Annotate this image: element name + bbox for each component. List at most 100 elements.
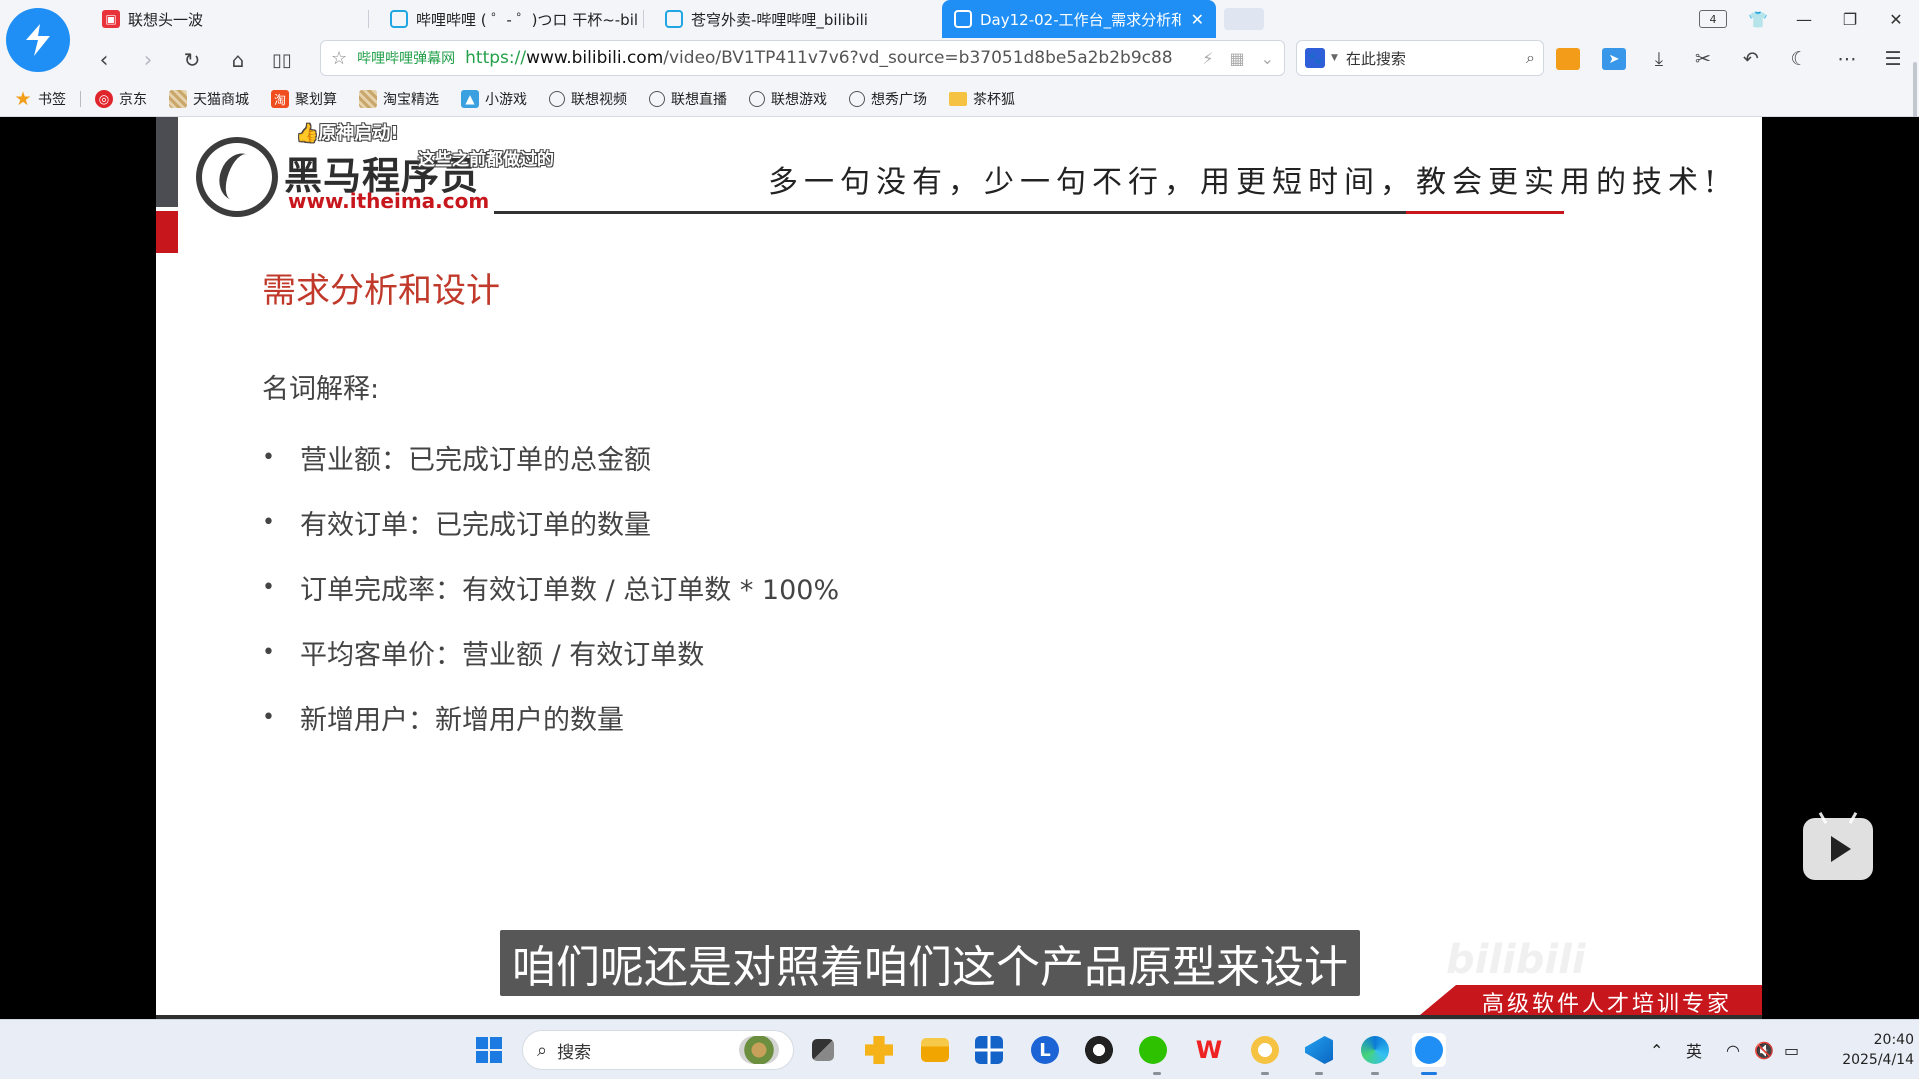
baidu-netdisk-icon[interactable] xyxy=(1248,1033,1282,1067)
bookmark-item-mini-game[interactable]: ▲ 小游戏 xyxy=(461,89,527,109)
footer-text: 高级软件人才培训专家 xyxy=(1482,992,1733,1015)
danmaku-comment: 这些之前都做过的 xyxy=(418,150,554,170)
bookmark-label: 联想游戏 xyxy=(771,92,827,108)
itheima-logo-icon xyxy=(196,137,278,217)
search-engine-dropdown-icon[interactable]: ▼ xyxy=(1331,53,1338,63)
lenovo-app-icon[interactable]: L xyxy=(1028,1033,1062,1067)
download-icon[interactable]: ⤓ xyxy=(1646,46,1672,72)
night-mode-icon[interactable]: ☾ xyxy=(1786,46,1812,72)
baidu-paw-icon[interactable]: 🐾 xyxy=(1305,48,1325,68)
file-explorer-icon[interactable] xyxy=(918,1033,952,1067)
system-clock[interactable]: 20:40 2025/4/14 xyxy=(1818,1030,1914,1070)
bookmark-item-xiangxiu[interactable]: 想秀广场 xyxy=(849,89,927,109)
tab-label: Day12-02-工作台_需求分析和i xyxy=(980,10,1181,29)
clock-date: 2025/4/14 xyxy=(1842,1052,1914,1068)
lenovo-browser-taskbar-icon[interactable] xyxy=(1412,1033,1446,1067)
wifi-icon[interactable]: ◠ xyxy=(1726,1020,1740,1079)
edge-icon[interactable] xyxy=(1358,1033,1392,1067)
tab-divider xyxy=(368,10,369,28)
scissors-icon[interactable]: ✂ xyxy=(1690,46,1716,72)
tab-cangqiong[interactable]: 苍穹外卖-哔哩哔哩_bilibili xyxy=(653,0,913,38)
close-tab-icon[interactable]: ✕ xyxy=(1191,10,1204,29)
list-item: • 新增用户：新增用户的数量 xyxy=(262,685,839,750)
menu-icon[interactable]: ☰ xyxy=(1880,46,1906,72)
running-indicator xyxy=(1371,1072,1379,1075)
browser-chrome: ▣ 联想头一波 哔哩哔哩 ( ゜- ゜)つロ 干杯~-bilib 苍穹外卖-哔哩… xyxy=(0,0,1919,124)
globe-icon xyxy=(849,91,865,107)
wps-icon[interactable]: W xyxy=(1192,1033,1226,1067)
jd-icon: ◎ xyxy=(95,90,113,108)
windows-taskbar: ⌕ 搜索 L W ⌃ 英 ◠ 🔇 ▭ 20:40 2025/4/14 xyxy=(0,1019,1919,1079)
reload-icon[interactable]: ↻ xyxy=(178,46,206,74)
chevron-down-icon[interactable]: ⌄ xyxy=(1261,49,1274,68)
wechat-icon[interactable] xyxy=(1136,1033,1170,1067)
danmaku-comment: 👍原神启动! xyxy=(296,123,399,144)
bookmark-item-lenovo-game[interactable]: 联想游戏 xyxy=(749,89,827,109)
close-window-icon[interactable]: ✕ xyxy=(1873,0,1919,38)
undo-icon[interactable]: ↶ xyxy=(1738,46,1764,72)
search-input[interactable]: 在此搜索 xyxy=(1346,48,1406,69)
clock-time: 20:40 xyxy=(1873,1032,1914,1048)
tab-bilibili-home[interactable]: 哔哩哔哩 ( ゜- ゜)つロ 干杯~-bilib xyxy=(378,0,638,38)
search-icon: ⌕ xyxy=(537,1039,548,1061)
bookmark-item-jd[interactable]: ◎ 京东 xyxy=(95,89,147,109)
more-icon[interactable]: ⋯ xyxy=(1834,46,1860,72)
bookmark-label: 联想视频 xyxy=(571,92,627,108)
video-subtitle: 咱们呢还是对照着咱们这个产品原型来设计 xyxy=(500,930,1360,996)
shirt-skin-icon[interactable]: 👕 xyxy=(1735,0,1781,38)
back-icon[interactable]: ‹ xyxy=(90,46,118,74)
vscode-icon[interactable] xyxy=(1302,1033,1336,1067)
taskbar-search-label: 搜索 xyxy=(557,1042,592,1063)
widgets-icon[interactable] xyxy=(862,1033,896,1067)
list-item: • 订单完成率：有效订单数 / 总订单数 * 100% xyxy=(262,555,839,620)
url-host: www.bilibili.com xyxy=(526,48,664,68)
forward-icon[interactable]: › xyxy=(134,46,162,74)
qr-code-icon[interactable]: ▦ xyxy=(1229,49,1244,68)
tab-lenovo-news[interactable]: ▣ 联想头一波 xyxy=(90,0,330,38)
penguin-app-icon[interactable] xyxy=(1082,1033,1116,1067)
new-tab-button[interactable] xyxy=(1224,8,1264,30)
send-icon[interactable]: ➤ xyxy=(1602,48,1626,70)
bookmark-item-juhuasuan[interactable]: 淘 聚划算 xyxy=(271,89,337,109)
bookmark-item-bookmarks[interactable]: ★ 书签 xyxy=(14,88,66,110)
battery-icon[interactable]: ▭ xyxy=(1784,1020,1799,1079)
start-button[interactable] xyxy=(472,1033,506,1067)
bookmark-item-taobao[interactable]: 淘宝精选 xyxy=(359,89,439,109)
bookmark-star-icon[interactable]: ☆ xyxy=(331,48,347,69)
address-bar[interactable]: ☆ 哔哩哔哩弹幕网 https:// www.bilibili.com /vid… xyxy=(320,40,1285,76)
minimize-icon[interactable]: — xyxy=(1781,0,1827,38)
bookmark-item-tmall[interactable]: 天猫商城 xyxy=(169,89,249,109)
site-identity-label: 哔哩哔哩弹幕网 xyxy=(357,51,456,67)
reader-mode-icon[interactable]: ▯▯ xyxy=(268,46,296,74)
search-box[interactable]: 🐾 ▼ 在此搜索 ⌕ xyxy=(1296,40,1544,76)
page-scrollbar[interactable] xyxy=(1913,62,1917,124)
bullet-dot: • xyxy=(262,705,275,730)
tab-label: 哔哩哔哩 ( ゜- ゜)つロ 干杯~-bilib xyxy=(416,10,638,29)
gamepad-icon[interactable] xyxy=(1556,48,1580,70)
list-item-text: 营业额：已完成订单的总金额 xyxy=(300,445,651,476)
tab-count-badge[interactable]: 4 xyxy=(1699,10,1727,28)
speaker-muted-icon[interactable]: 🔇 xyxy=(1754,1020,1774,1079)
task-view-icon[interactable] xyxy=(806,1033,840,1067)
bookmark-item-lenovo-live[interactable]: 联想直播 xyxy=(649,89,727,109)
play-button-icon[interactable] xyxy=(1803,818,1873,880)
tab-label: 苍穹外卖-哔哩哔哩_bilibili xyxy=(691,10,868,29)
bookmark-item-chabeihu[interactable]: 茶杯狐 xyxy=(949,89,1015,109)
bookmark-label: 茶杯狐 xyxy=(973,92,1015,108)
bullet-dot: • xyxy=(262,575,275,600)
bookmark-divider xyxy=(80,91,81,107)
search-icon[interactable]: ⌕ xyxy=(1526,48,1535,68)
bullet-dot: • xyxy=(262,640,275,665)
input-method-indicator[interactable]: 英 xyxy=(1686,1020,1702,1079)
restore-icon[interactable]: ❐ xyxy=(1827,0,1873,38)
taskbar-search[interactable]: ⌕ 搜索 xyxy=(522,1030,794,1070)
microsoft-store-icon[interactable] xyxy=(972,1033,1006,1067)
bookmark-item-lenovo-video[interactable]: 联想视频 xyxy=(549,89,627,109)
tab-divider xyxy=(643,10,644,28)
bookmark-label: 小游戏 xyxy=(485,92,527,108)
show-hidden-icons-icon[interactable]: ⌃ xyxy=(1650,1020,1663,1079)
lightning-icon[interactable]: ⚡ xyxy=(1202,49,1213,68)
home-icon[interactable]: ⌂ xyxy=(224,46,252,74)
windows-logo-icon xyxy=(476,1037,502,1063)
tab-day12-video[interactable]: Day12-02-工作台_需求分析和i ✕ xyxy=(942,0,1216,38)
